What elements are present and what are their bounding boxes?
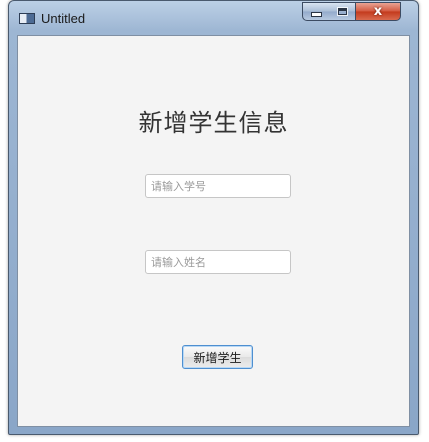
minimize-icon — [310, 12, 322, 17]
window-title: Untitled — [41, 11, 86, 26]
application-window: Untitled x 新增学生信息 新增学生 — [8, 0, 419, 435]
add-student-button[interactable]: 新增学生 — [182, 345, 253, 369]
close-button[interactable]: x — [355, 2, 401, 21]
maximize-button[interactable] — [329, 2, 356, 21]
minimize-button[interactable] — [302, 2, 330, 21]
student-name-input[interactable] — [145, 250, 291, 274]
page-title: 新增学生信息 — [138, 109, 289, 137]
form-panel: 新增学生信息 新增学生 — [17, 35, 410, 427]
close-icon: x — [373, 4, 383, 19]
student-id-input[interactable] — [145, 174, 291, 198]
title-bar[interactable]: Untitled x — [9, 1, 418, 35]
maximize-icon — [336, 7, 348, 16]
app-window-icon[interactable] — [19, 13, 35, 24]
